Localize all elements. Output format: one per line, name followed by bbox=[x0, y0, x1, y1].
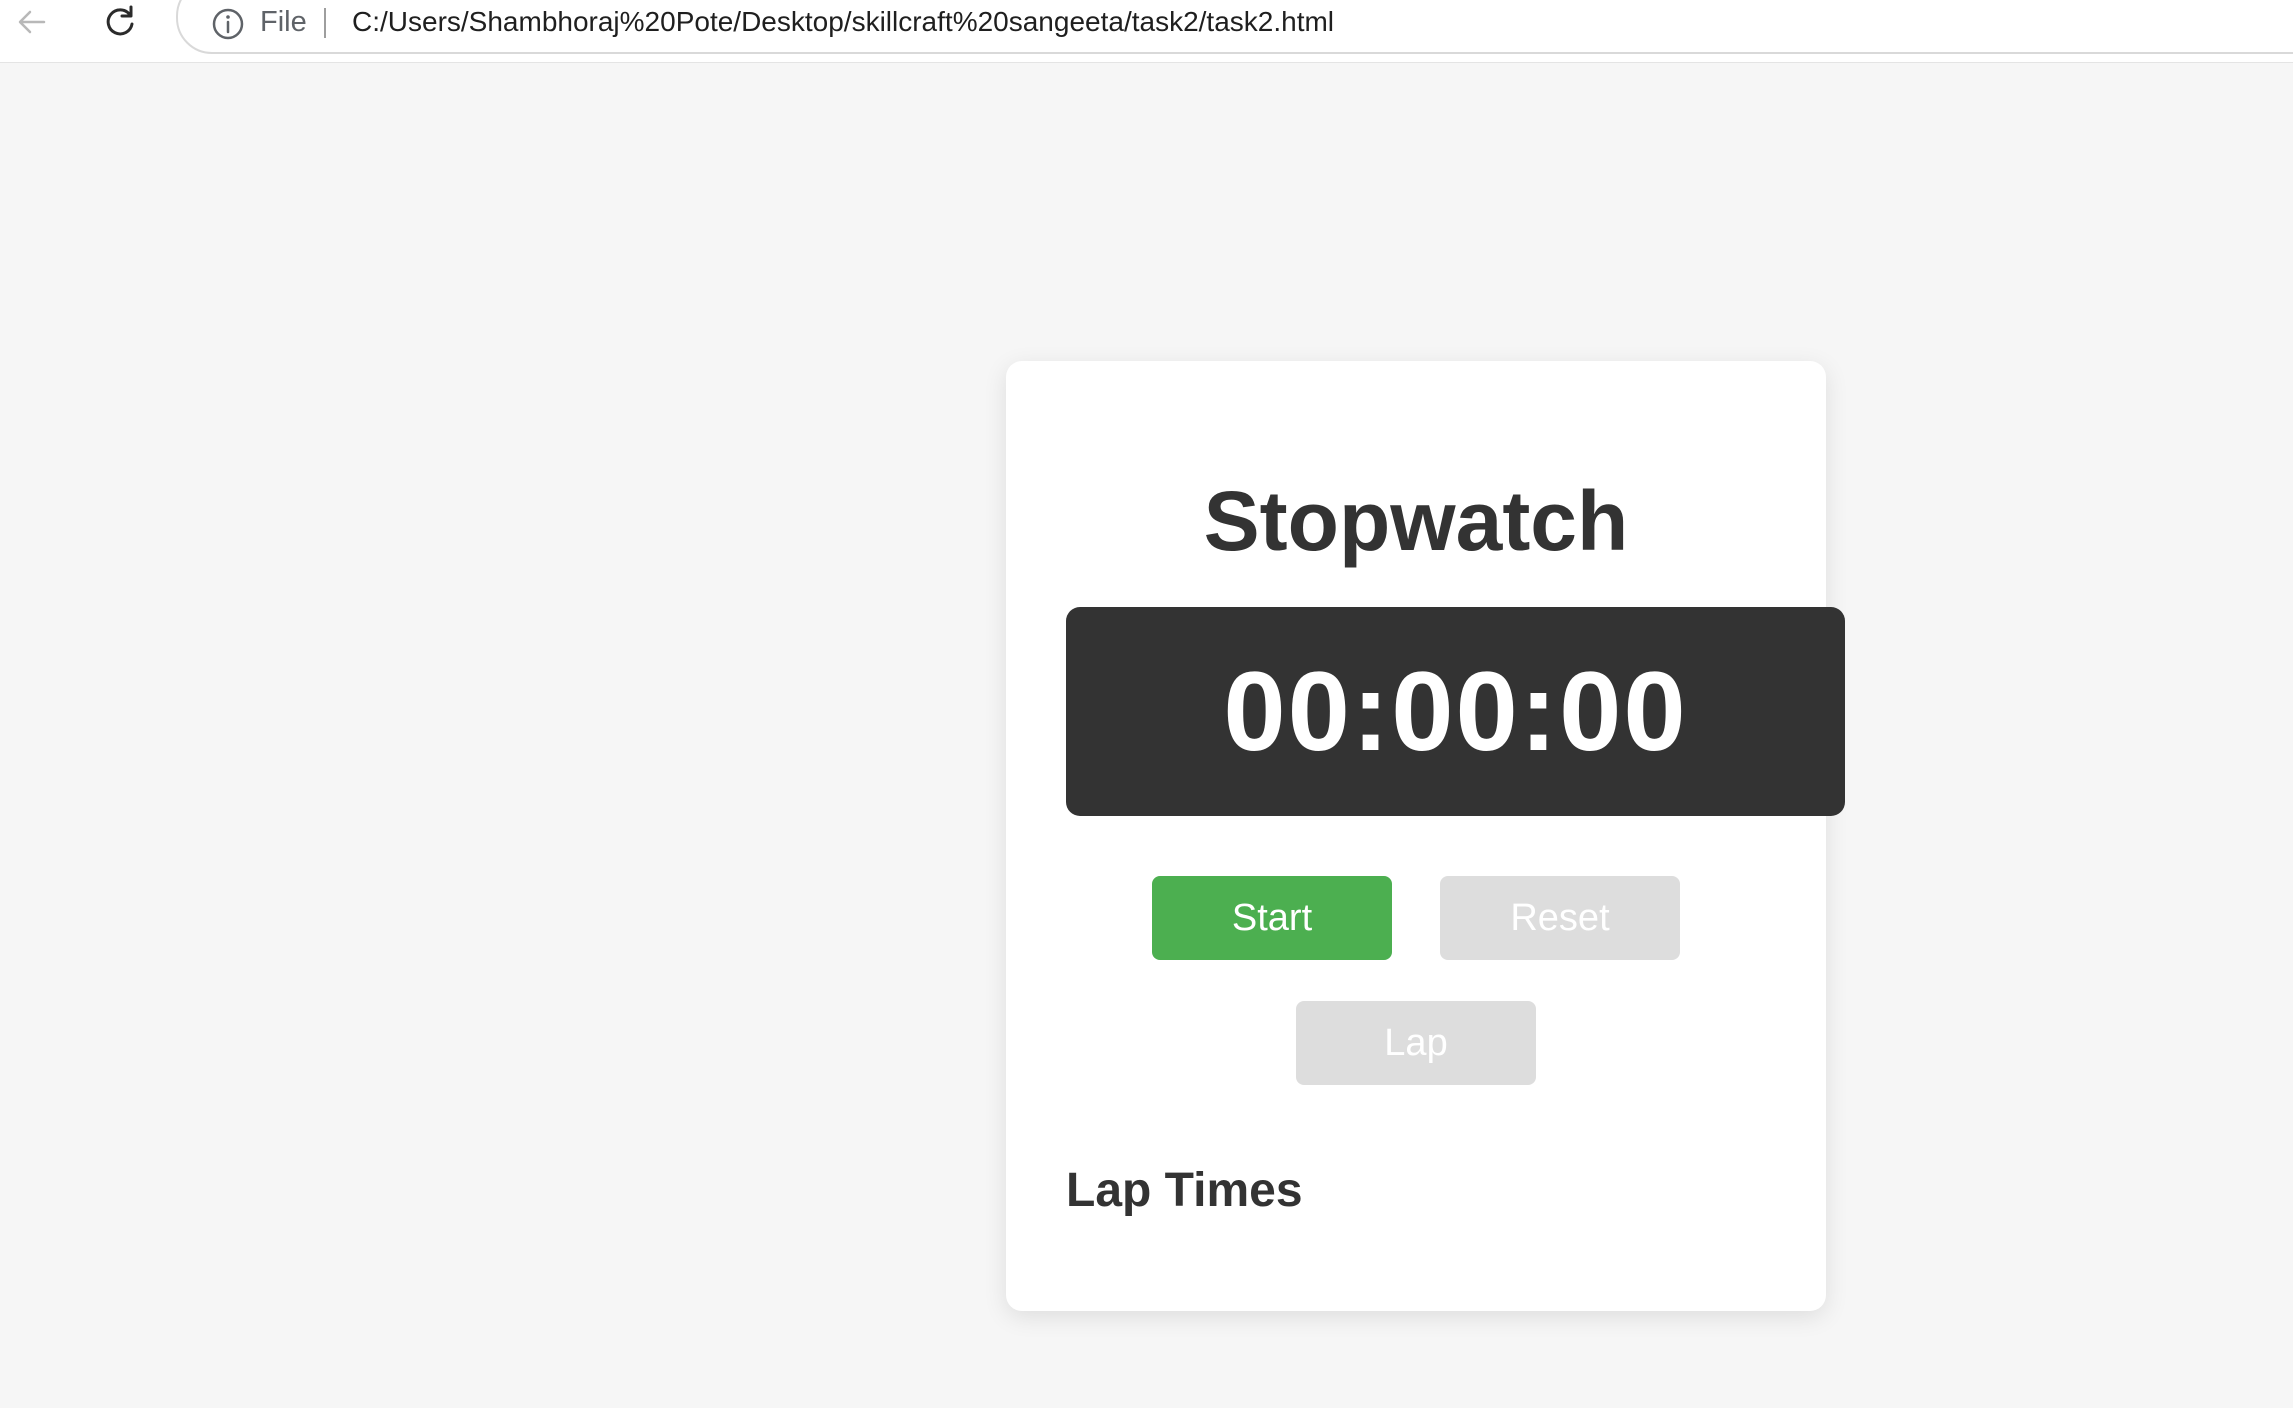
start-button[interactable]: Start bbox=[1152, 876, 1392, 960]
back-button[interactable] bbox=[12, 2, 52, 42]
lap-times-heading: Lap Times bbox=[1066, 1164, 1303, 1217]
reset-button[interactable]: Reset bbox=[1440, 876, 1680, 960]
address-separator bbox=[324, 8, 326, 38]
time-display: 00:00:00 bbox=[1066, 607, 1845, 816]
file-scheme-label: File bbox=[260, 6, 307, 38]
browser-toolbar: File C:/Users/Shambhoraj%20Pote/Desktop/… bbox=[0, 0, 2293, 63]
reload-icon bbox=[106, 5, 134, 36]
page-title: Stopwatch bbox=[1203, 474, 1629, 568]
back-arrow-icon bbox=[18, 10, 46, 34]
reload-button[interactable] bbox=[100, 2, 140, 42]
info-icon[interactable] bbox=[210, 6, 246, 42]
stopwatch-card: Stopwatch 00:00:00 Start Reset Lap Lap T… bbox=[1006, 361, 1845, 1311]
elapsed-time: 00:00:00 bbox=[1223, 648, 1688, 774]
lap-button[interactable]: Lap bbox=[1296, 1001, 1536, 1085]
url-text[interactable]: C:/Users/Shambhoraj%20Pote/Desktop/skill… bbox=[352, 4, 1334, 40]
